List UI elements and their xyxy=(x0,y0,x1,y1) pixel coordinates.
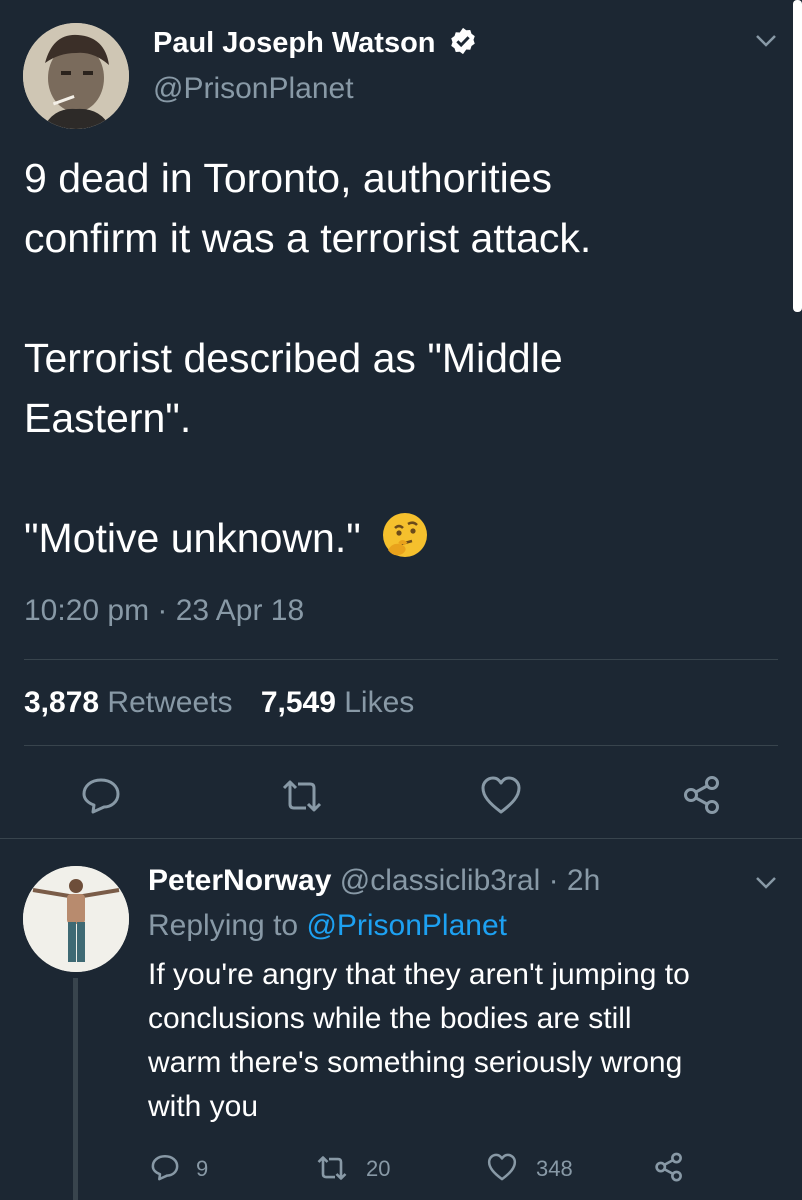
divider xyxy=(0,838,802,839)
reply-like-count: 348 xyxy=(536,1156,573,1181)
replying-to-label: Replying to xyxy=(148,909,299,942)
reply-count: 9 xyxy=(196,1156,209,1181)
tweet-stats: 3,878 Retweets 7,549 Likes xyxy=(24,686,414,720)
reply-author-name[interactable]: PeterNorway xyxy=(148,864,331,897)
retweet-icon[interactable] xyxy=(278,776,326,816)
tweet-line-text: "Motive unknown." xyxy=(24,515,361,561)
tweet-timestamp[interactable]: 10:20 pm · 23 Apr 18 xyxy=(24,594,304,628)
retweets-stat[interactable]: 3,878 Retweets xyxy=(24,686,241,719)
author-avatar[interactable] xyxy=(23,23,129,129)
replying-to-link[interactable]: @PrisonPlanet xyxy=(306,909,507,942)
like-icon[interactable] xyxy=(479,774,523,816)
divider xyxy=(24,745,778,746)
author-name[interactable]: Paul Joseph Watson xyxy=(153,26,478,60)
reply-like-icon[interactable] xyxy=(486,1152,518,1182)
reply-line: with you xyxy=(148,1090,259,1123)
author-handle[interactable]: @PrisonPlanet xyxy=(153,72,354,106)
divider xyxy=(24,659,778,660)
likes-label: Likes xyxy=(344,686,415,719)
reply-handle-time[interactable]: @classiclib3ral · 2h xyxy=(340,864,601,897)
reply-retweet-count: 20 xyxy=(366,1156,391,1181)
reply-header: PeterNorway @classiclib3ral · 2h xyxy=(148,864,600,898)
verified-badge-icon xyxy=(448,26,478,56)
reply-reply-icon[interactable] xyxy=(150,1152,180,1182)
retweets-count: 3,878 xyxy=(24,686,100,719)
tweet-line: "Motive unknown." xyxy=(24,508,764,568)
reply-retweet-icon[interactable] xyxy=(314,1153,350,1183)
tweet-line: 9 dead in Toronto, authorities xyxy=(24,155,553,201)
retweets-label: Retweets xyxy=(107,686,233,719)
likes-count: 7,549 xyxy=(260,686,336,719)
share-icon[interactable] xyxy=(682,774,722,816)
reply-thread-line xyxy=(73,978,78,1200)
tweet-text: 9 dead in Toronto, authorities confirm i… xyxy=(24,148,764,568)
reply-text: If you're angry that they aren't jumping… xyxy=(148,953,788,1129)
replying-to: Replying to @PrisonPlanet xyxy=(148,909,507,943)
reply-author-avatar[interactable] xyxy=(23,866,129,972)
thinking-face-emoji xyxy=(380,510,430,560)
chevron-down-icon[interactable] xyxy=(752,30,780,52)
author-name-text[interactable]: Paul Joseph Watson xyxy=(153,27,436,59)
scrollbar[interactable] xyxy=(793,0,802,312)
likes-stat[interactable]: 7,549 Likes xyxy=(261,686,414,719)
reply-share-icon[interactable] xyxy=(654,1151,684,1183)
reply-icon[interactable] xyxy=(80,774,122,816)
chevron-down-icon[interactable] xyxy=(752,872,780,894)
tweet-line: Terrorist described as "Middle xyxy=(24,335,563,381)
reply-line: If you're angry that they aren't jumping… xyxy=(148,958,690,991)
reply-line: warm there's something seriously wrong xyxy=(148,1046,683,1079)
reply-line: conclusions while the bodies are still xyxy=(148,1002,632,1035)
tweet-line: Eastern". xyxy=(24,395,192,441)
tweet-line: confirm it was a terrorist attack. xyxy=(24,215,592,261)
